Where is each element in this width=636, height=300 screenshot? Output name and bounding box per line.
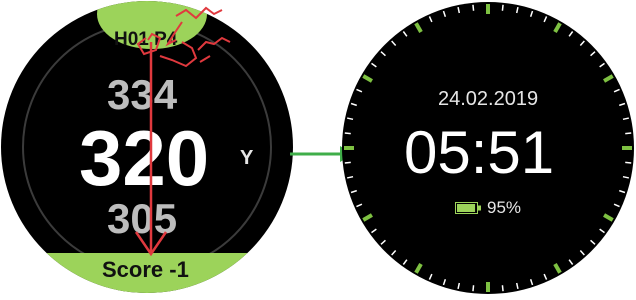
distance-back: 334 — [107, 71, 178, 118]
battery-icon — [455, 202, 481, 214]
minor-tick — [619, 189, 626, 194]
major-tick — [603, 213, 614, 222]
minor-tick — [380, 239, 386, 245]
major-tick — [553, 22, 562, 33]
major-tick — [414, 263, 423, 274]
minor-tick — [568, 31, 574, 37]
minor-tick — [590, 51, 596, 57]
minor-tick — [472, 285, 475, 292]
minor-tick — [356, 88, 363, 93]
battery-status: 95% — [455, 198, 545, 218]
minor-tick — [622, 175, 630, 179]
minor-tick — [579, 250, 585, 256]
minor-tick — [599, 62, 605, 68]
minor-tick — [371, 228, 377, 234]
time-label: 05:51 — [404, 119, 555, 186]
minor-tick — [346, 175, 354, 179]
minor-tick — [613, 88, 620, 93]
minor-tick — [402, 259, 408, 265]
minor-tick — [457, 282, 461, 290]
major-tick — [553, 263, 562, 274]
minor-tick — [529, 279, 534, 286]
minor-tick — [371, 62, 377, 68]
minor-tick — [472, 4, 475, 11]
minor-tick — [625, 161, 632, 164]
minor-tick — [543, 273, 548, 280]
minor-tick — [501, 285, 504, 292]
major-tick — [362, 213, 373, 222]
minor-tick — [568, 259, 574, 265]
minor-tick — [380, 51, 386, 57]
minor-tick — [515, 282, 519, 290]
date-label: 24.02.2019 — [438, 88, 539, 110]
minor-tick — [625, 132, 632, 135]
minor-tick — [590, 239, 596, 245]
minor-tick — [344, 161, 351, 164]
minor-tick — [599, 228, 605, 234]
minor-tick — [543, 16, 548, 23]
minor-tick — [579, 40, 585, 46]
distance-center: 320 — [79, 114, 210, 202]
minor-tick — [442, 279, 447, 286]
minor-tick — [356, 203, 363, 208]
minor-tick — [442, 10, 447, 17]
minor-tick — [622, 117, 630, 121]
golf-watch-face: H01 P4 334 320 Y 305 Score -1 — [1, 1, 293, 293]
minor-tick — [350, 102, 357, 107]
clock-watch-face: 24.02.2019 05:51 95% — [342, 2, 634, 294]
minor-tick — [515, 6, 519, 14]
minor-tick — [402, 31, 408, 37]
minor-tick — [391, 40, 397, 46]
minor-tick — [344, 132, 351, 135]
minor-tick — [619, 102, 626, 107]
minor-tick — [428, 16, 433, 23]
major-tick — [362, 74, 373, 83]
minor-tick — [529, 10, 534, 17]
score-label: Score -1 — [102, 257, 189, 282]
minor-tick — [613, 203, 620, 208]
minor-tick — [428, 273, 433, 280]
major-tick — [414, 22, 423, 33]
minor-tick — [350, 189, 357, 194]
minor-tick — [346, 117, 354, 121]
major-tick — [603, 74, 614, 83]
minor-tick — [501, 4, 504, 11]
battery-percent: 95% — [487, 198, 522, 217]
minor-tick — [391, 250, 397, 256]
distance-unit: Y — [240, 147, 254, 169]
minor-tick — [457, 6, 461, 14]
hole-label: H01 P4 — [114, 29, 178, 50]
distance-front: 305 — [107, 195, 178, 242]
